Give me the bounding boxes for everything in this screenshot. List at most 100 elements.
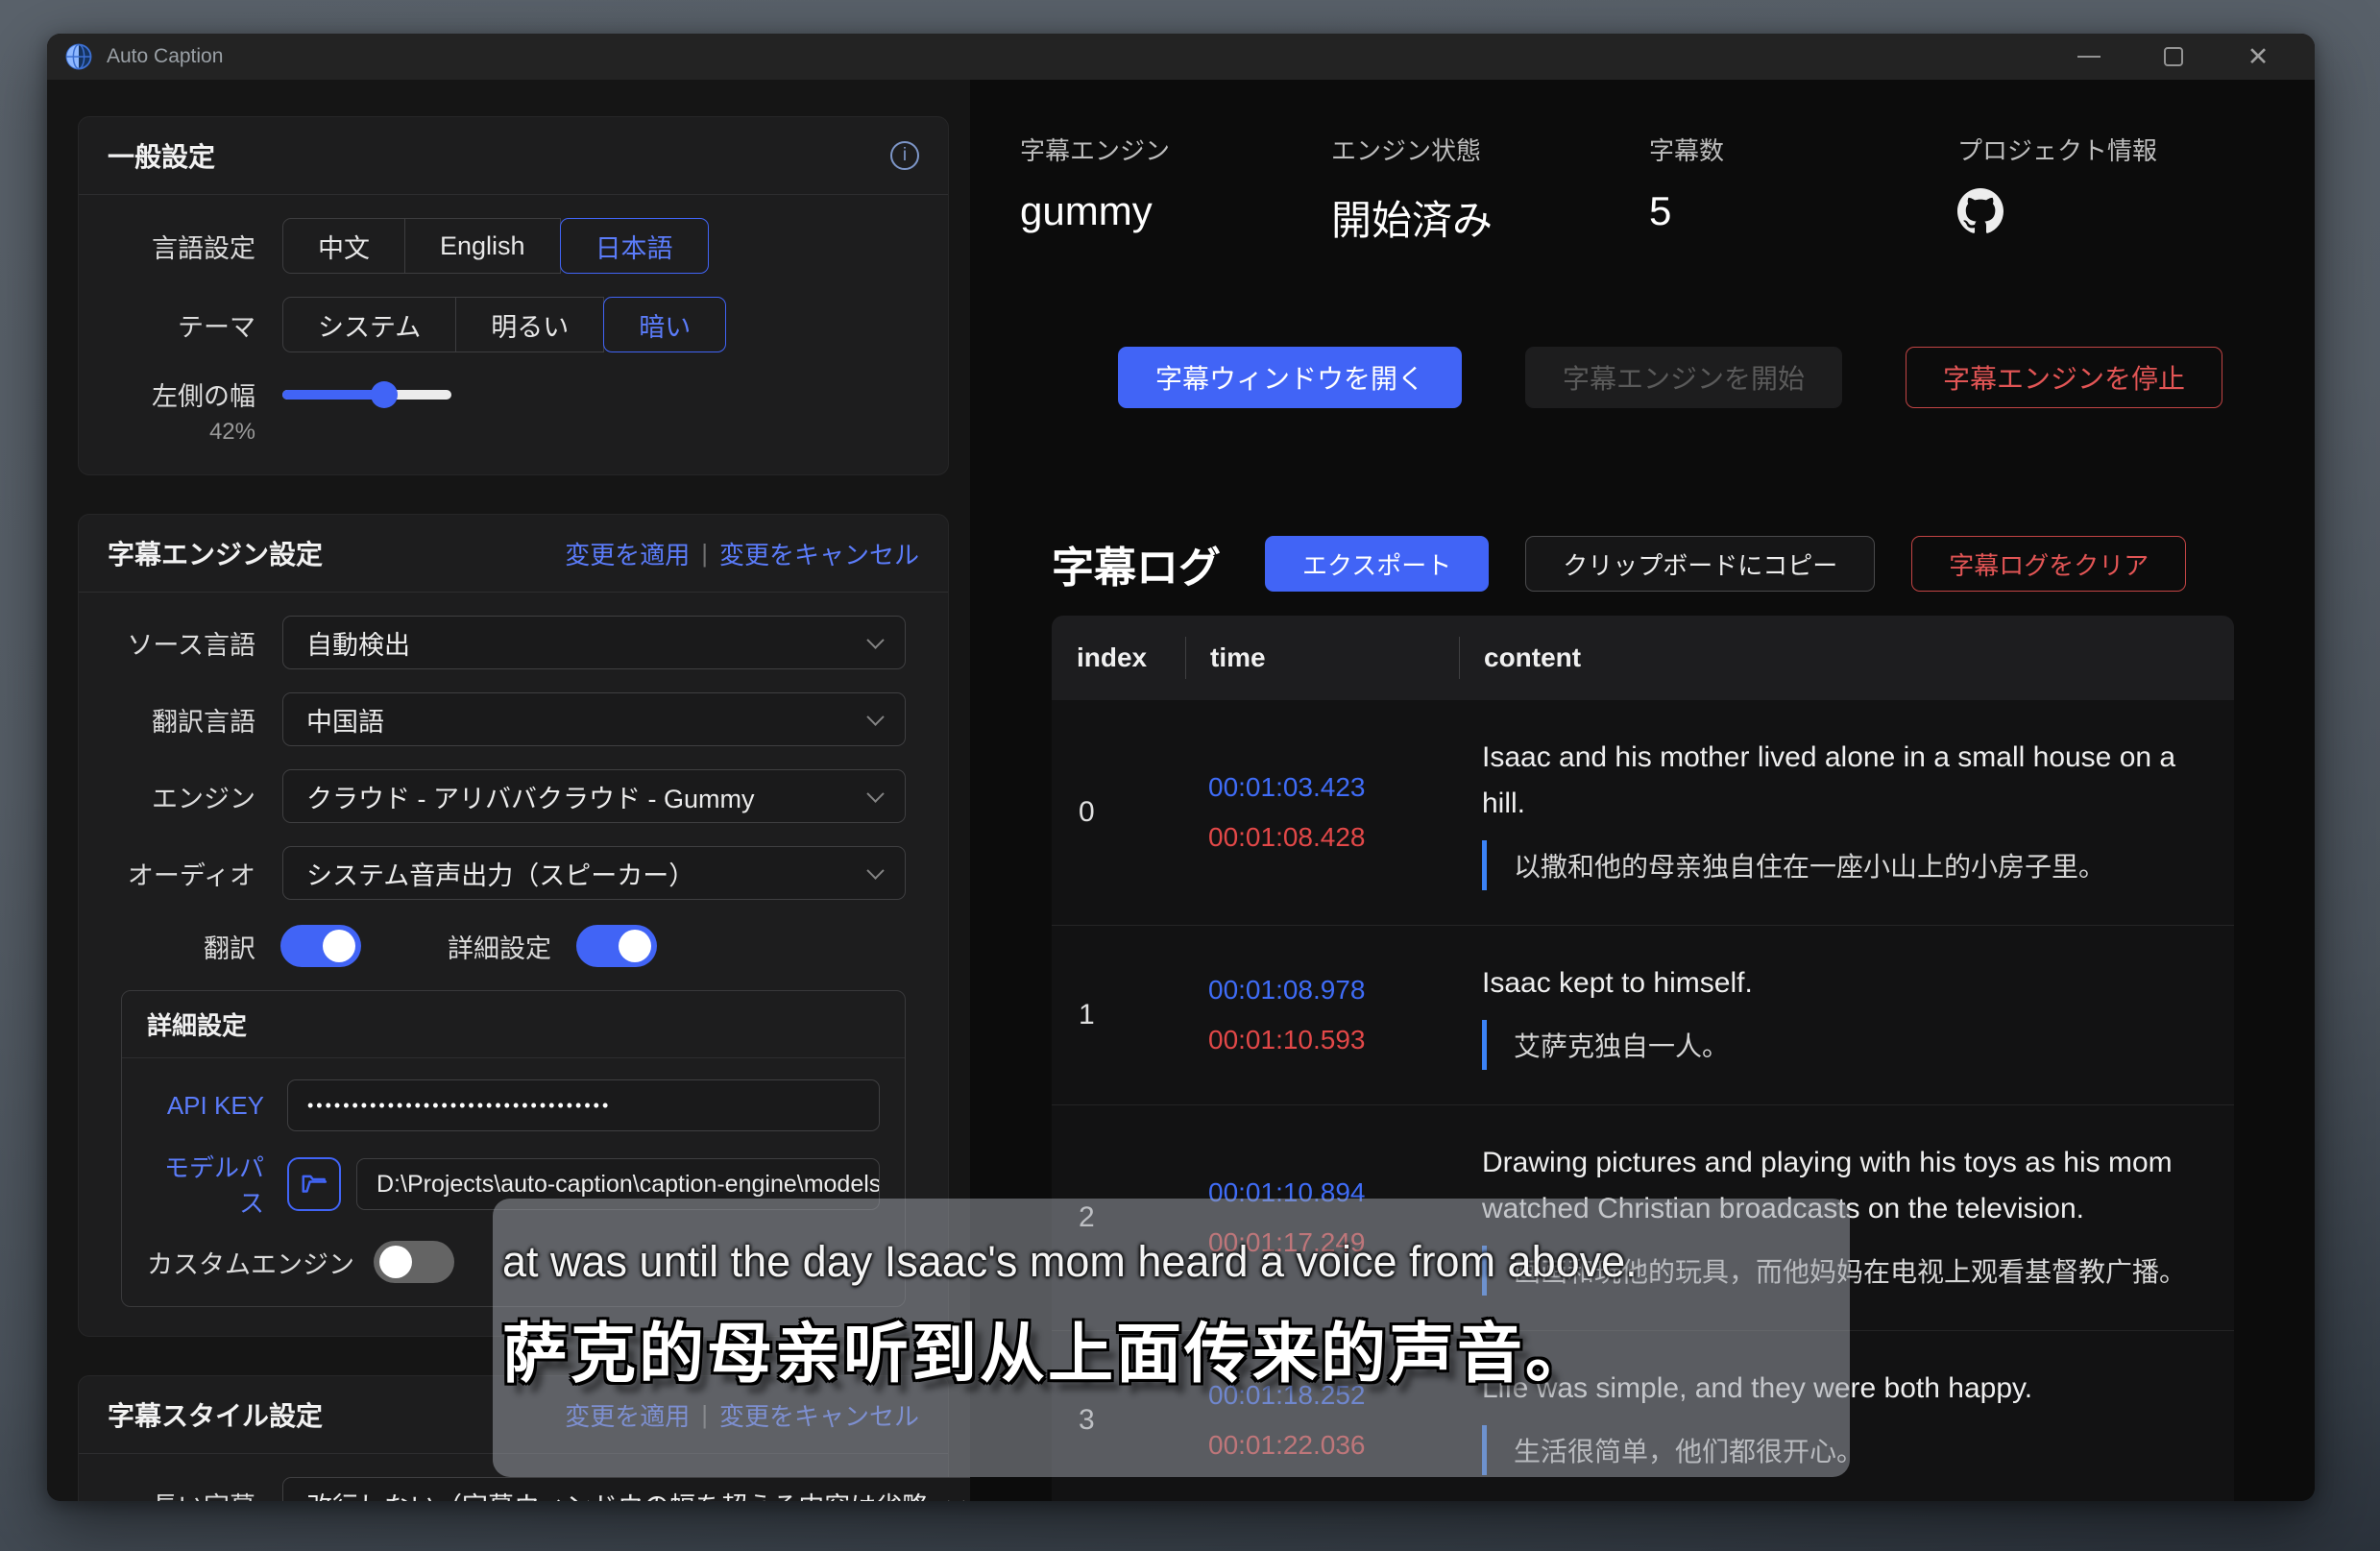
- clear-log-button[interactable]: 字幕ログをクリア: [1911, 536, 2186, 592]
- stat-project: プロジェクト情報: [1957, 132, 2234, 247]
- translate-toggle[interactable]: [280, 925, 361, 967]
- api-key-label: API KEY: [147, 1091, 264, 1121]
- row-index: 1: [1052, 999, 1185, 1031]
- window-controls: ✕: [2075, 42, 2297, 71]
- general-settings-title: 一般設定: [108, 136, 215, 175]
- row-content: Isaac and his mother lived alone in a sm…: [1459, 735, 2234, 890]
- engine-select[interactable]: クラウド - アリババクラウド - Gummy: [282, 769, 906, 823]
- theme-option-button[interactable]: 明るい: [455, 297, 604, 352]
- stat-value: gummy: [1020, 188, 1331, 234]
- theme-option-button[interactable]: システム: [282, 297, 456, 352]
- close-button[interactable]: ✕: [2244, 42, 2272, 71]
- desktop-background: Auto Caption ✕ 一般設定 i 言語設定: [0, 0, 2380, 1551]
- caption-overlay-window[interactable]: at was until the day Isaac's mom heard a…: [493, 1199, 1850, 1477]
- language-setting-label: 言語設定: [121, 228, 255, 265]
- app-logo-icon: [64, 42, 93, 71]
- left-width-value: 42%: [121, 419, 255, 446]
- source-language-select[interactable]: 自動検出: [282, 616, 906, 669]
- engine-action-buttons: 字幕ウィンドウを開く 字幕エンジンを開始 字幕エンジンを停止: [1118, 347, 2234, 408]
- api-key-input[interactable]: ••••••••••••••••••••••••••••••••••: [287, 1079, 880, 1131]
- slider-track: [282, 390, 451, 400]
- folder-open-icon: [300, 1170, 328, 1199]
- long-caption-label: 長い字幕: [121, 1486, 255, 1502]
- link-separator: |: [701, 539, 708, 569]
- left-width-slider[interactable]: [282, 381, 451, 408]
- stat-label: プロジェクト情報: [1957, 132, 2234, 167]
- start-engine-button[interactable]: 字幕エンジンを開始: [1525, 347, 1842, 408]
- maximize-button[interactable]: [2159, 42, 2188, 71]
- toggle-knob: [323, 930, 355, 962]
- chevron-down-icon: [866, 631, 884, 648]
- table-header: index time content: [1052, 616, 2234, 700]
- info-icon[interactable]: i: [890, 141, 919, 170]
- chevron-down-icon: [866, 861, 884, 879]
- titlebar: Auto Caption ✕: [47, 34, 2315, 80]
- chevron-down-icon: [866, 708, 884, 725]
- general-settings-card: 一般設定 i 言語設定 中文English日本語 テーマ システム明るい暗い: [78, 116, 949, 475]
- stat-count: 字幕数5: [1649, 132, 1957, 247]
- row-time: 00:01:03.423 00:01:08.428: [1185, 772, 1459, 853]
- stat-status: エンジン状態開始済み: [1331, 132, 1649, 247]
- theme-segmented-control: システム明るい暗い: [282, 297, 726, 352]
- stat-label: 字幕エンジン: [1020, 132, 1331, 167]
- caption-log-title: 字幕ログ: [1052, 533, 1221, 594]
- theme-option-button[interactable]: 暗い: [603, 297, 726, 352]
- slider-thumb[interactable]: [371, 381, 398, 408]
- target-language-select[interactable]: 中国語: [282, 692, 906, 746]
- custom-engine-toggle[interactable]: [374, 1241, 454, 1283]
- engine-settings-header: 字幕エンジン設定 変更を適用 | 変更をキャンセル: [79, 515, 948, 593]
- general-settings-header: 一般設定 i: [79, 117, 948, 195]
- row-end-time: 00:01:10.593: [1208, 1025, 1459, 1055]
- stat-value: 5: [1649, 188, 1957, 234]
- stat-engine: 字幕エンジン gummy: [1020, 132, 1331, 247]
- row-translation-text: 以撒和他的母亲独自住在一座小山上的小房子里。: [1514, 846, 2105, 885]
- row-translation: 以撒和他的母亲独自住在一座小山上的小房子里。: [1482, 840, 2205, 890]
- row-translation: 艾萨克独自一人。: [1482, 1020, 2205, 1070]
- language-option-button[interactable]: 中文: [282, 218, 405, 274]
- column-header-content: content: [1459, 616, 2234, 700]
- apply-changes-link[interactable]: 変更を適用: [565, 536, 690, 571]
- cancel-changes-link[interactable]: 変更をキャンセル: [719, 536, 919, 571]
- export-button[interactable]: エクスポート: [1265, 536, 1489, 592]
- language-option-button[interactable]: 日本語: [560, 218, 709, 274]
- style-settings-title: 字幕スタイル設定: [108, 1395, 323, 1434]
- row-time: 00:01:08.978 00:01:10.593: [1185, 975, 1459, 1055]
- github-icon[interactable]: [1957, 188, 2234, 244]
- translate-toggle-label: 翻訳: [121, 928, 255, 965]
- engine-settings-title: 字幕エンジン設定: [108, 534, 323, 572]
- left-width-label: 左側の幅: [121, 376, 255, 413]
- caption-chinese-line: 萨克的母亲听到从上面传来的声音。: [502, 1300, 1842, 1395]
- github-icon: [1957, 188, 2004, 234]
- stat-label: エンジン状態: [1331, 132, 1649, 167]
- row-end-time: 00:01:08.428: [1208, 822, 1459, 853]
- chevron-down-icon: [947, 1492, 964, 1501]
- row-content: Isaac kept to himself. 艾萨克独自一人。: [1459, 960, 2234, 1070]
- row-source-text: Isaac and his mother lived alone in a sm…: [1482, 735, 2205, 827]
- table-row[interactable]: 1 00:01:08.978 00:01:10.593 Isaac kept t…: [1052, 925, 2234, 1104]
- row-translation-text: 艾萨克独自一人。: [1514, 1026, 1729, 1064]
- table-row[interactable]: 0 00:01:03.423 00:01:08.428 Isaac and hi…: [1052, 700, 2234, 925]
- language-segmented-control: 中文English日本語: [282, 218, 709, 274]
- caption-log-header: 字幕ログ エクスポート クリップボードにコピー 字幕ログをクリア: [1052, 533, 2234, 594]
- advanced-settings-title: 詳細設定: [122, 991, 905, 1058]
- language-option-button[interactable]: English: [404, 218, 561, 274]
- chevron-down-icon: [866, 785, 884, 802]
- stop-engine-button[interactable]: 字幕エンジンを停止: [1906, 347, 2222, 408]
- caption-english-line: at was until the day Isaac's mom heard a…: [502, 1237, 1842, 1287]
- advanced-toggle-label: 詳細設定: [448, 928, 551, 965]
- minimize-button[interactable]: [2075, 42, 2103, 71]
- copy-to-clipboard-button[interactable]: クリップボードにコピー: [1525, 536, 1875, 592]
- column-header-time: time: [1185, 616, 1459, 700]
- browse-model-path-button[interactable]: [287, 1157, 341, 1211]
- row-start-time: 00:01:03.423: [1208, 772, 1459, 803]
- open-caption-window-button[interactable]: 字幕ウィンドウを開く: [1118, 347, 1462, 408]
- window-title: Auto Caption: [107, 45, 223, 68]
- advanced-settings-toggle[interactable]: [576, 925, 657, 967]
- column-header-index: index: [1052, 616, 1185, 700]
- row-source-text: Isaac kept to himself.: [1482, 960, 2205, 1006]
- stat-value: 開始済み: [1331, 188, 1649, 247]
- row-index: 0: [1052, 796, 1185, 829]
- status-row: 字幕エンジン gummyエンジン状態開始済み字幕数5プロジェクト情報: [1020, 132, 2234, 247]
- long-caption-select[interactable]: 改行しない（字幕ウィンドウの幅を超える内容は省略...: [282, 1477, 970, 1501]
- audio-select[interactable]: システム音声出力（スピーカー）: [282, 846, 906, 900]
